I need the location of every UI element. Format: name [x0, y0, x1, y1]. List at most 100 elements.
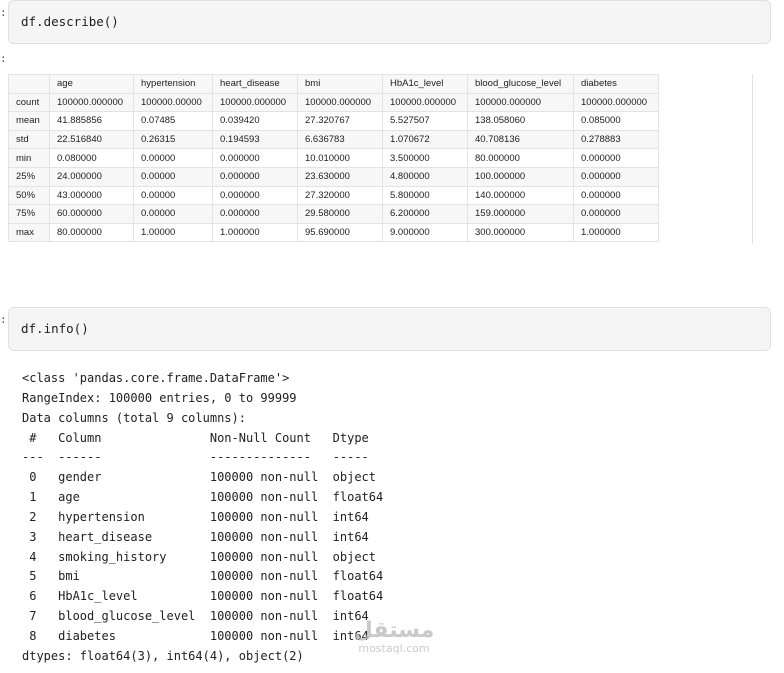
table-cell: 95.690000: [297, 222, 383, 243]
info-output-line: 6 HbA1c_level 100000 non-null float64: [22, 589, 384, 604]
table-cell: 140.000000: [467, 185, 574, 206]
table-cell: 43.000000: [49, 185, 134, 206]
table-row: max 80.000000 1.00000 1.000000 95.690000 9.00…: [8, 222, 659, 243]
info-output-line: 4 smoking_history 100000 non-null object: [22, 549, 377, 564]
table-row: mean 41.885856 0.07485 0.039420 27.320767 5.5…: [8, 111, 659, 131]
code-input-info[interactable]: df.info(): [21, 321, 89, 336]
table-cell: 0.000000: [573, 185, 659, 206]
info-output-line: 7 blood_glucose_level 100000 non-null in…: [22, 609, 369, 624]
info-output-line: Data columns (total 9 columns):: [22, 410, 246, 425]
table-cell: 27.320000: [297, 185, 383, 206]
table-cell: 29.580000: [297, 204, 383, 224]
table-cell: 100000.000000: [382, 92, 468, 113]
table-cell: 80.000000: [467, 148, 574, 168]
table-cell: 100000.000000: [467, 92, 574, 113]
table-header-row: age hypertension heart_disease bmi HbA1c_lev…: [8, 74, 659, 94]
table-cell: 80.000000: [49, 222, 134, 243]
table-cell: 22.516840: [49, 129, 134, 150]
column-header: bmi: [297, 74, 383, 94]
index-header: [8, 74, 50, 94]
info-output-line: --- ------ -------------- -----: [22, 450, 369, 465]
table-cell: 100000.000000: [573, 92, 659, 113]
table-cell: 0.194593: [212, 129, 298, 150]
info-output-text: <class 'pandas.core.frame.DataFrame'> Ran…: [22, 369, 383, 667]
table-cell: 0.039420: [212, 111, 298, 131]
column-header: age: [49, 74, 134, 94]
table-row: 75% 60.000000 0.00000 0.000000 29.580000 6.20…: [8, 204, 659, 224]
table-cell: 4.800000: [382, 166, 468, 187]
row-index-label: 75%: [8, 204, 50, 224]
table-cell: 24.000000: [49, 166, 134, 187]
table-cell: 0.080000: [49, 148, 134, 168]
table-cell: 300.000000: [467, 222, 574, 243]
table-cell: 1.000000: [573, 222, 659, 243]
table-cell: 0.000000: [573, 204, 659, 224]
row-index-label: min: [8, 148, 50, 168]
table-cell: 0.00000: [133, 204, 213, 224]
table-row: count 100000.000000 100000.00000 100000.000…: [8, 92, 659, 113]
table-cell: 10.010000: [297, 148, 383, 168]
table-cell: 0.000000: [573, 148, 659, 168]
row-index-label: std: [8, 129, 50, 150]
row-index-label: 25%: [8, 166, 50, 187]
watermark-arabic: مستقل: [353, 618, 435, 643]
info-output-line: 5 bmi 100000 non-null float64: [22, 569, 384, 584]
table-cell: 6.200000: [382, 204, 468, 224]
info-output-line: 2 hypertension 100000 non-null int64: [22, 509, 369, 524]
describe-output-table: age hypertension heart_disease bmi HbA1c_lev…: [8, 74, 659, 243]
column-header: HbA1c_level: [382, 74, 468, 94]
table-cell: 3.500000: [382, 148, 468, 168]
table-cell: 60.000000: [49, 204, 134, 224]
table-cell: 1.00000: [133, 222, 213, 243]
table-row: 50% 43.000000 0.00000 0.000000 27.320000 5.80…: [8, 185, 659, 206]
table-cell: 100000.00000: [133, 92, 213, 113]
table-cell: 0.00000: [133, 166, 213, 187]
table-cell: 0.000000: [573, 166, 659, 187]
column-header: diabetes: [573, 74, 659, 94]
info-output-line: <class 'pandas.core.frame.DataFrame'>: [22, 371, 290, 385]
column-header: hypertension: [133, 74, 213, 94]
table-cell: 40.708136: [467, 129, 574, 150]
table-cell: 5.800000: [382, 185, 468, 206]
table-cell: 0.278883: [573, 129, 659, 150]
cell-prompt-marker: :: [0, 313, 7, 326]
info-output-line: dtypes: float64(3), int64(4), object(2): [22, 648, 304, 663]
info-output-line: RangeIndex: 100000 entries, 0 to 99999: [22, 390, 297, 405]
code-cell-info[interactable]: df.info(): [8, 307, 771, 351]
table-cell: 159.000000: [467, 204, 574, 224]
table-cell: 6.636783: [297, 129, 383, 150]
cell-prompt-marker: :: [0, 6, 7, 19]
row-index-label: max: [8, 222, 50, 243]
column-header: blood_glucose_level: [467, 74, 574, 94]
info-output-line: 8 diabetes 100000 non-null int64: [22, 628, 369, 643]
table-cell: 41.885856: [49, 111, 134, 131]
table-cell: 0.26315: [133, 129, 213, 150]
table-cell: 0.07485: [133, 111, 213, 131]
table-body: count 100000.000000 100000.00000 100000.000…: [8, 92, 659, 243]
table-cell: 138.058060: [467, 111, 574, 131]
table-cell: 1.000000: [212, 222, 298, 243]
mostaql-watermark: مستقل mostaql.com: [344, 619, 444, 655]
table-row: min 0.080000 0.00000 0.000000 10.010000 3.500…: [8, 148, 659, 168]
table-cell: 0.00000: [133, 185, 213, 206]
column-header: heart_disease: [212, 74, 298, 94]
watermark-latin: mostaql.com: [358, 642, 430, 655]
row-index-label: count: [8, 92, 50, 113]
table-cell: 1.070672: [382, 129, 468, 150]
info-output-line: 1 age 100000 non-null float64: [22, 490, 384, 505]
row-index-label: 50%: [8, 185, 50, 206]
table-row: std 22.516840 0.26315 0.194593 6.636783 1.070…: [8, 129, 659, 150]
row-index-label: mean: [8, 111, 50, 131]
table-cell: 0.00000: [133, 148, 213, 168]
table-cell: 100.000000: [467, 166, 574, 187]
table-cell: 0.000000: [212, 166, 298, 187]
table-cell: 0.000000: [212, 204, 298, 224]
table-cell: 100000.000000: [49, 92, 134, 113]
info-output-line: 3 heart_disease 100000 non-null int64: [22, 529, 369, 544]
table-cell: 100000.000000: [212, 92, 298, 113]
table-cell: 23.630000: [297, 166, 383, 187]
code-cell-describe[interactable]: df.describe(): [8, 0, 771, 44]
table-cell: 27.320767: [297, 111, 383, 131]
table-row: 25% 24.000000 0.00000 0.000000 23.630000 4.80…: [8, 166, 659, 187]
code-input-describe[interactable]: df.describe(): [21, 14, 119, 29]
